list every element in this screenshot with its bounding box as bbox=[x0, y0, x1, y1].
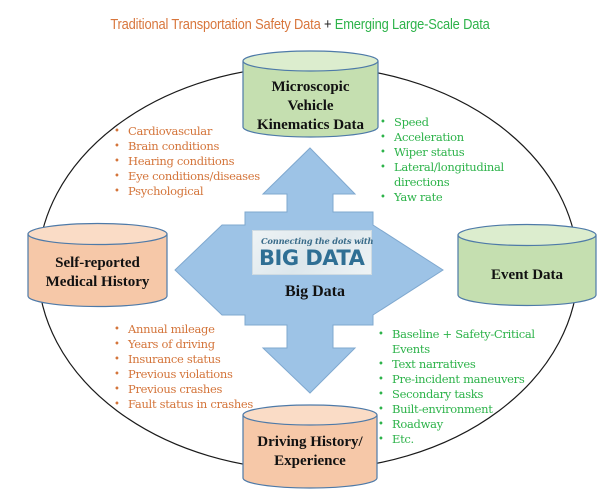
cylinder-event-label: Event Data bbox=[458, 266, 596, 285]
label-line: Self-reported bbox=[55, 255, 140, 271]
driving-history-list: Annual mileage Years of driving Insuranc… bbox=[114, 322, 253, 412]
label-line: Kinematics Data bbox=[256, 117, 365, 133]
list-item: Brain conditions bbox=[114, 139, 260, 154]
list-item: Previous crashes bbox=[114, 382, 253, 397]
list-item: Speed bbox=[380, 115, 504, 130]
label-line: Medical History bbox=[45, 274, 150, 290]
list-item: Eye conditions/diseases bbox=[114, 169, 260, 184]
cylinder-event bbox=[457, 223, 597, 307]
list-item: Baseline + Safety-Critical bbox=[378, 327, 535, 342]
event-data-list: Baseline + Safety-Critical Events Text n… bbox=[378, 327, 535, 447]
badge-title: BIG DATA bbox=[259, 246, 365, 270]
list-item-continuation: Events bbox=[392, 342, 430, 356]
label-line: Event Data bbox=[490, 267, 564, 283]
list-item: Etc. bbox=[378, 432, 535, 447]
list-item: Fault status in crashes bbox=[114, 397, 253, 412]
list-item: Built-environment bbox=[378, 402, 535, 417]
list-item: Yaw rate bbox=[380, 190, 504, 205]
cylinder-medical-label: Self-reported Medical History bbox=[28, 254, 167, 292]
list-item: Roadway bbox=[378, 417, 535, 432]
big-data-badge: Connecting the dots with BIG DATA bbox=[252, 230, 374, 275]
badge-tagline: Connecting the dots with bbox=[261, 236, 374, 246]
list-item: Acceleration bbox=[380, 130, 504, 145]
list-item: Annual mileage bbox=[114, 322, 253, 337]
label-line: Driving History/ bbox=[257, 434, 363, 450]
cylinder-kinematics-label: Microscopic Vehicle Kinematics Data bbox=[243, 78, 378, 135]
label-line: Microscopic bbox=[271, 79, 350, 95]
list-item: Hearing conditions bbox=[114, 154, 260, 169]
list-item: Cardiovascular bbox=[114, 124, 260, 139]
list-item: Previous violations bbox=[114, 367, 253, 382]
list-item: Years of driving bbox=[114, 337, 253, 352]
list-item: Insurance status bbox=[114, 352, 253, 367]
list-item: Wiper status bbox=[380, 145, 504, 160]
list-item: Secondary tasks bbox=[378, 387, 535, 402]
list-item: Psychological bbox=[114, 184, 260, 199]
cylinder-driving-label: Driving History/ Experience bbox=[243, 433, 377, 471]
list-item: Lateral/longitudinal bbox=[380, 160, 504, 175]
medical-history-list: Cardiovascular Brain conditions Hearing … bbox=[114, 124, 260, 199]
label-line: Experience bbox=[274, 453, 346, 469]
list-item-continuation: directions bbox=[394, 175, 450, 189]
list-item: Pre-incident maneuvers bbox=[378, 372, 535, 387]
list-item: Text narratives bbox=[378, 357, 535, 372]
label-line: Vehicle bbox=[287, 98, 334, 114]
kinematics-list: Speed Acceleration Wiper status Lateral/… bbox=[380, 115, 504, 205]
big-data-label: Big Data bbox=[285, 283, 345, 300]
